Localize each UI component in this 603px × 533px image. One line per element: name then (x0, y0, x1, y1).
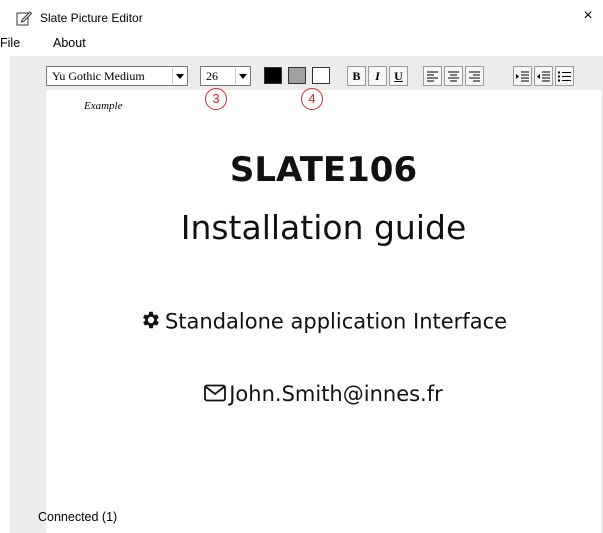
canvas-title: SLATE106 (229, 150, 418, 190)
font-family-value: Yu Gothic Medium (52, 69, 145, 83)
interface-text: Standalone application Interface (164, 309, 508, 334)
indent-increase-button[interactable] (513, 66, 532, 86)
bold-button[interactable]: B (347, 66, 366, 86)
title-bar: Slate Picture Editor × (10, 0, 603, 34)
bullet-list-button[interactable] (555, 66, 574, 86)
callout-3: 3 (205, 88, 227, 110)
canvas-subtitle: Installation guide (180, 208, 467, 247)
gear-icon (140, 309, 162, 336)
window-left-edge (0, 0, 10, 533)
indent-increase-icon (516, 71, 529, 82)
align-left-button[interactable] (423, 66, 442, 86)
align-right-button[interactable] (465, 66, 484, 86)
align-center-icon (448, 71, 459, 82)
email-text: John.Smith@innes.fr (229, 382, 443, 406)
canvas-label: Example (84, 100, 123, 112)
close-button[interactable]: × (579, 8, 597, 24)
interface-line: Standalone application Interface (46, 309, 601, 336)
formatting-toolbar: Yu Gothic Medium 26 B I U (46, 62, 601, 90)
menu-file[interactable]: File (0, 36, 20, 50)
envelope-icon (204, 383, 227, 407)
editor-panel: Yu Gothic Medium 26 B I U 3 4 Example SL… (46, 62, 601, 533)
font-family-select[interactable]: Yu Gothic Medium (46, 66, 188, 86)
bullet-list-icon (558, 71, 571, 82)
edit-pencil-icon (16, 10, 33, 26)
callout-4: 4 (301, 88, 323, 110)
email-line: John.Smith@innes.fr (46, 382, 601, 407)
align-left-icon (427, 71, 438, 82)
editor-window: Slate Picture Editor × File About Yu Got… (0, 0, 603, 533)
font-size-select[interactable]: 26 (200, 66, 251, 86)
chevron-down-icon[interactable] (172, 68, 186, 84)
color-black-swatch[interactable] (264, 67, 282, 84)
indent-decrease-icon (537, 71, 550, 82)
editor-frame: Yu Gothic Medium 26 B I U 3 4 Example SL… (10, 56, 603, 533)
status-bar-text: Connected (1) (38, 510, 118, 524)
chevron-down-icon[interactable] (235, 68, 249, 84)
indent-decrease-button[interactable] (534, 66, 553, 86)
menu-about[interactable]: About (53, 36, 86, 50)
italic-button[interactable]: I (368, 66, 387, 86)
align-right-icon (469, 71, 480, 82)
align-center-button[interactable] (444, 66, 463, 86)
window-title: Slate Picture Editor (40, 11, 143, 25)
color-white-swatch[interactable] (312, 67, 330, 84)
underline-button[interactable]: U (389, 66, 408, 86)
color-gray-swatch[interactable] (288, 67, 306, 84)
font-size-value: 26 (206, 69, 218, 83)
